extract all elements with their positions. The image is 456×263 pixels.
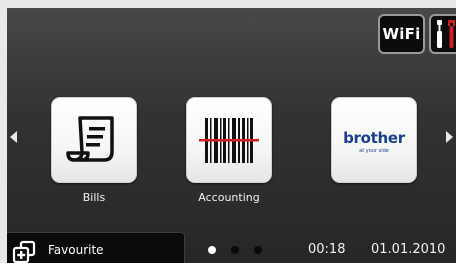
screwdriver-wrench-icon (437, 20, 455, 48)
app-label-accounting: Accounting (198, 191, 260, 204)
chevron-left-icon[interactable] (10, 131, 17, 143)
favourite-label: Favourite (48, 243, 104, 257)
wifi-button[interactable]: WiFi (378, 14, 425, 54)
favourite-add-icon (12, 240, 36, 263)
wifi-label: WiFi (382, 25, 421, 43)
favourite-button[interactable]: Favourite (7, 232, 185, 263)
device-screen: WiFi Bills Accounting brother at your si… (7, 8, 456, 263)
settings-button[interactable] (429, 14, 456, 54)
page-indicator (208, 246, 268, 256)
barcode-scan-icon (199, 118, 259, 163)
brother-logo-text: brother (343, 129, 405, 147)
app-tile-brother[interactable]: brother at your side (331, 97, 417, 183)
clock-date: 01.01.2010 (371, 242, 446, 257)
page-dot-active[interactable] (208, 246, 216, 254)
brother-logo-tagline: at your side (359, 148, 389, 154)
app-tile-accounting[interactable] (186, 97, 272, 183)
app-tile-bills[interactable] (51, 97, 137, 183)
app-label-bills: Bills (82, 191, 106, 204)
chevron-right-icon[interactable] (446, 131, 453, 143)
clock-time: 00:18 (308, 242, 346, 257)
page-dot[interactable] (231, 246, 239, 254)
bill-receipt-icon (66, 116, 114, 162)
page-dot[interactable] (254, 246, 262, 254)
